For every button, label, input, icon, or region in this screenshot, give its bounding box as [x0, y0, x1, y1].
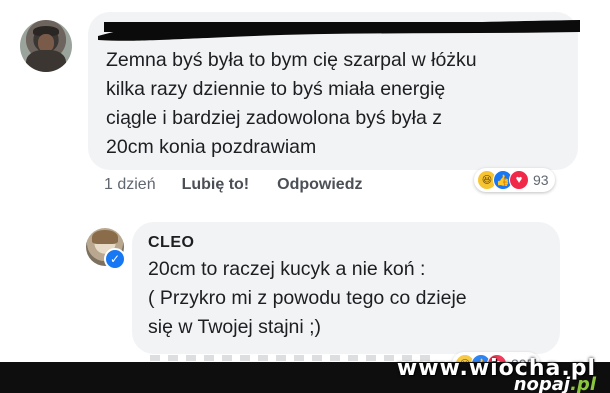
comment-timestamp[interactable]: 1 dzień	[104, 176, 156, 194]
love-icon: ♥	[509, 170, 529, 190]
comment-text: Zemna byś była to bym cię szarpal w łóżk…	[106, 49, 477, 158]
avatar-body	[26, 50, 66, 72]
commenter-avatar[interactable]	[20, 20, 72, 72]
reply-bubble: CLEO 20cm to raczej kucyk a nie koń : ( …	[132, 222, 560, 354]
reply-button[interactable]: Odpowiedz	[277, 176, 362, 194]
reply-actions-faded	[150, 355, 430, 361]
avatar-hair	[92, 230, 118, 244]
reply-author-name[interactable]: CLEO	[148, 234, 544, 252]
redacted-name-scribble	[98, 20, 580, 41]
comment-bubble: Zemna byś była to bym cię szarpal w łóżk…	[88, 12, 580, 170]
watermark-logo-domain: .pl	[570, 374, 596, 393]
reactions-summary[interactable]: 😆 👍 ♥ 93	[474, 168, 555, 192]
verified-badge-icon: ✓	[104, 248, 126, 270]
like-button[interactable]: Lubię to!	[182, 176, 250, 194]
comment-actions: 1 dzień Lubię to! Odpowiedz	[104, 176, 362, 194]
reply-text: 20cm to raczej kucyk a nie koń : ( Przyk…	[148, 258, 467, 338]
watermark-logo: nopaj.pl	[514, 374, 596, 393]
watermark-logo-text: nopaj	[513, 374, 571, 393]
reaction-count: 93	[533, 172, 549, 188]
